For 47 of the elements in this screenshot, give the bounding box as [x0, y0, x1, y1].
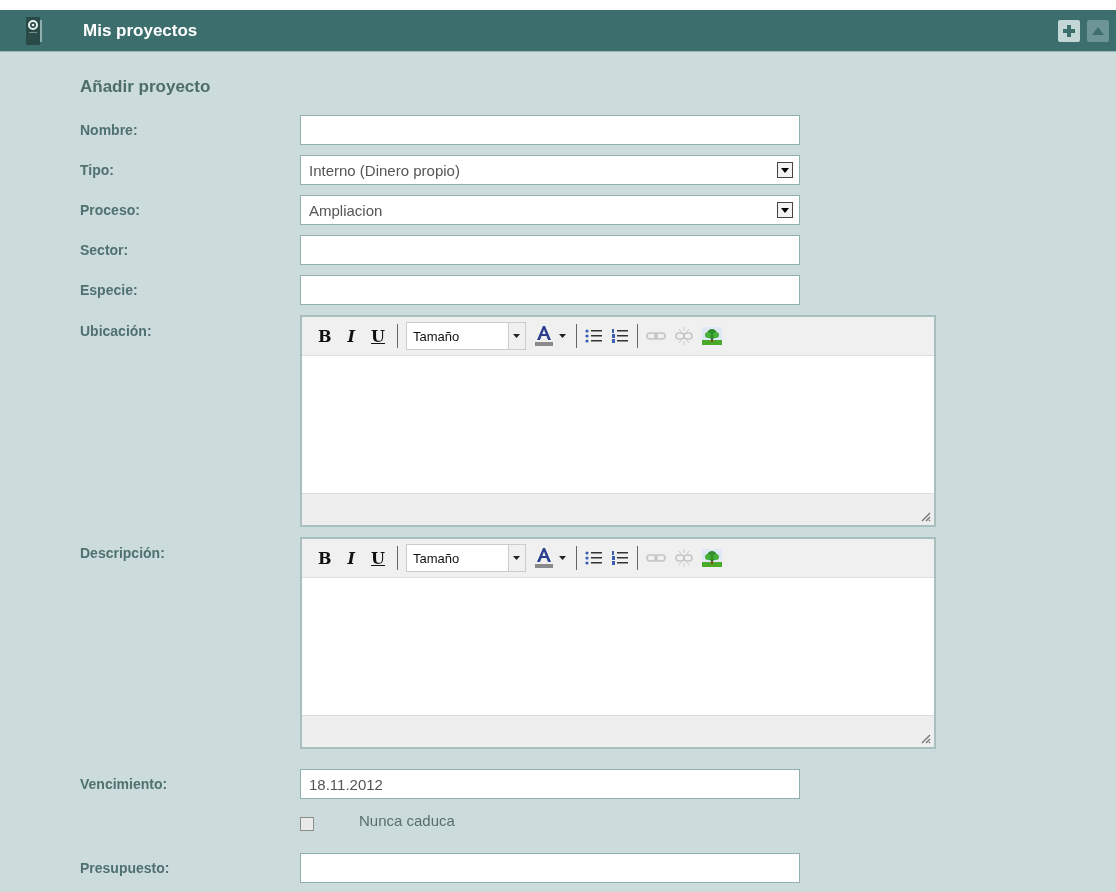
field-label: Vencimiento: — [80, 776, 169, 792]
italic-button[interactable]: I — [343, 548, 359, 568]
dropdown[interactable]: Interno (Dinero propio) — [300, 155, 800, 185]
rich-text-editor[interactable]: B I U Tamaño — [300, 315, 936, 527]
text-color-icon[interactable] — [533, 547, 568, 569]
checkbox[interactable] — [300, 817, 314, 831]
caret-icon — [781, 167, 789, 173]
field-label: Sector: — [80, 242, 130, 258]
text-field[interactable] — [300, 275, 800, 305]
field-label: Proceso: — [80, 202, 141, 218]
italic-button[interactable]: I — [343, 326, 359, 346]
text-color-icon[interactable] — [533, 325, 568, 347]
add-button[interactable] — [1058, 19, 1080, 42]
image-icon[interactable] — [701, 549, 722, 567]
numbered-list-icon[interactable] — [610, 550, 629, 566]
field-label: Presupuesto: — [80, 860, 171, 876]
field-label: Nombre: — [80, 122, 139, 138]
field-label: Tipo: — [80, 162, 115, 178]
text-field[interactable] — [300, 115, 800, 145]
underline-button[interactable]: U — [367, 326, 389, 346]
field-label: Especie: — [80, 282, 139, 298]
form-title: Añadir proyecto — [80, 77, 212, 97]
plus-icon — [1063, 24, 1075, 37]
resize-grip-icon[interactable] — [919, 510, 931, 522]
font-size-dropdown[interactable]: Tamaño — [405, 544, 526, 572]
up-triangle-icon — [1092, 26, 1104, 35]
caret-icon — [513, 334, 521, 338]
panel-title: Mis proyectos — [83, 20, 198, 41]
bullet-list-icon[interactable] — [584, 328, 603, 344]
checkbox-label: Nunca caduca — [359, 811, 455, 829]
caret-icon — [781, 207, 789, 213]
caret-icon — [513, 556, 521, 560]
numbered-list-icon[interactable] — [610, 328, 629, 344]
field-label: Ubicación: — [80, 322, 153, 339]
text-field[interactable] — [300, 853, 800, 883]
text-field[interactable] — [300, 235, 800, 265]
dropdown[interactable]: Ampliacion — [300, 195, 800, 225]
text-field[interactable]: 18.11.2012 — [300, 769, 800, 799]
resize-grip-icon[interactable] — [919, 732, 931, 744]
bullet-list-icon[interactable] — [584, 550, 603, 566]
font-size-dropdown[interactable]: Tamaño — [405, 322, 526, 350]
rich-text-editor[interactable]: B I U Tamaño — [300, 537, 936, 749]
bold-button[interactable]: B — [314, 326, 336, 346]
image-icon[interactable] — [701, 327, 722, 345]
underline-button[interactable]: U — [367, 548, 389, 568]
bold-button[interactable]: B — [314, 548, 336, 568]
field-label: Descripción: — [80, 544, 166, 561]
